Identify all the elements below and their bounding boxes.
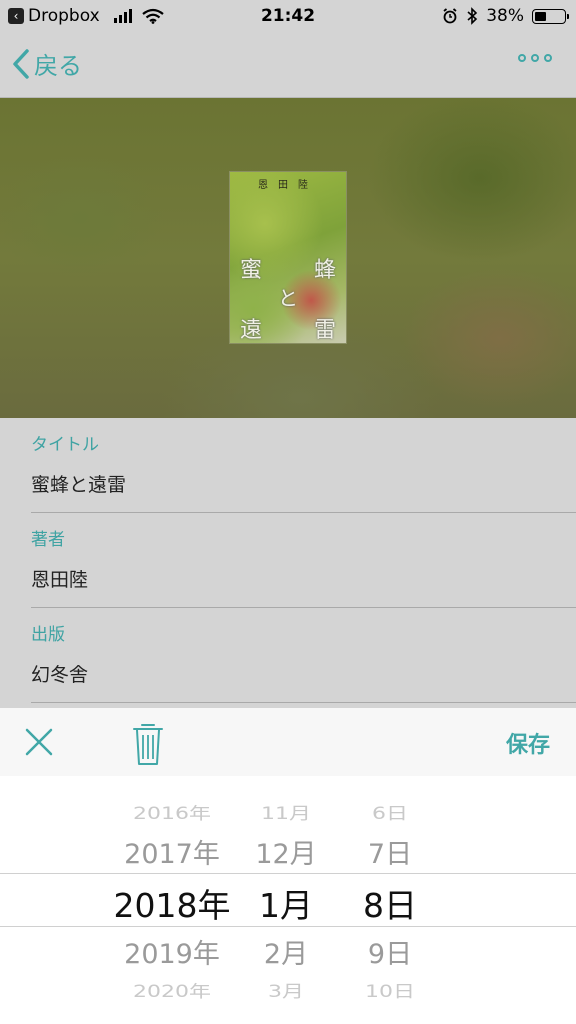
back-label: 戻る: [34, 52, 82, 80]
month-wheel[interactable]: 11月 12月 1月 2月 3月: [240, 776, 332, 1024]
save-button[interactable]: 保存: [506, 727, 550, 759]
year-option[interactable]: 2016年: [102, 800, 242, 824]
book-cover-image[interactable]: 恩田陸 蜜 蜂 と 遠 雷: [229, 171, 347, 344]
bluetooth-icon: [467, 7, 478, 25]
cover-author: 恩田陸: [258, 180, 318, 191]
title-field[interactable]: タイトル 蜜蜂と遠雷: [31, 418, 576, 513]
date-picker[interactable]: 2016年 2017年 2018年 2019年 2020年 11月 12月 1月…: [0, 776, 576, 1024]
navigation-bar: 戻る: [0, 32, 576, 98]
back-button[interactable]: 戻る: [12, 46, 82, 81]
cover-title-char: 雷: [313, 318, 336, 343]
publisher-field[interactable]: 出版 幻冬舎: [31, 608, 576, 703]
more-icon[interactable]: [518, 54, 552, 62]
day-option[interactable]: 6日: [342, 800, 438, 824]
year-option-selected[interactable]: 2018年: [102, 879, 242, 927]
status-bar: ‹ Dropbox 21:42 38%: [0, 0, 576, 32]
day-option-selected[interactable]: 8日: [342, 879, 438, 927]
day-wheel[interactable]: 6日 7日 8日 9日 10日: [342, 776, 438, 1024]
field-value: 恩田陸: [31, 569, 89, 591]
alarm-icon: [443, 8, 457, 24]
month-option[interactable]: 3月: [240, 978, 332, 1002]
cover-background: 恩田陸 蜜 蜂 と 遠 雷: [0, 98, 576, 418]
chevron-left-icon: [13, 48, 29, 79]
field-label: 出版: [31, 625, 65, 645]
day-option[interactable]: 9日: [342, 932, 438, 971]
cover-title-char: 遠: [240, 318, 263, 343]
close-icon[interactable]: [24, 727, 54, 757]
picker-toolbar: 保存: [0, 708, 576, 776]
year-option[interactable]: 2019年: [102, 932, 242, 971]
month-option[interactable]: 11月: [240, 800, 332, 824]
field-value: 蜜蜂と遠雷: [31, 474, 127, 496]
cover-title-char: と: [278, 286, 298, 310]
month-option-selected[interactable]: 1月: [240, 879, 332, 927]
year-wheel[interactable]: 2016年 2017年 2018年 2019年 2020年: [102, 776, 242, 1024]
cover-title-char: 蜂: [313, 258, 336, 283]
field-value: 幻冬舎: [31, 664, 89, 686]
year-option[interactable]: 2020年: [102, 978, 242, 1002]
battery-icon: [532, 8, 569, 24]
battery-percent: 38%: [486, 6, 524, 26]
month-option[interactable]: 12月: [240, 832, 332, 871]
day-option[interactable]: 7日: [342, 832, 438, 871]
field-label: タイトル: [31, 435, 99, 455]
month-option[interactable]: 2月: [240, 932, 332, 971]
field-label: 著者: [31, 530, 65, 550]
cover-title-char: 蜜: [240, 258, 263, 283]
day-option[interactable]: 10日: [342, 978, 438, 1002]
book-details: タイトル 蜜蜂と遠雷 著者 恩田陸 出版 幻冬舎: [0, 418, 576, 708]
trash-icon[interactable]: [132, 720, 164, 768]
year-option[interactable]: 2017年: [102, 832, 242, 871]
author-field[interactable]: 著者 恩田陸: [31, 513, 576, 608]
